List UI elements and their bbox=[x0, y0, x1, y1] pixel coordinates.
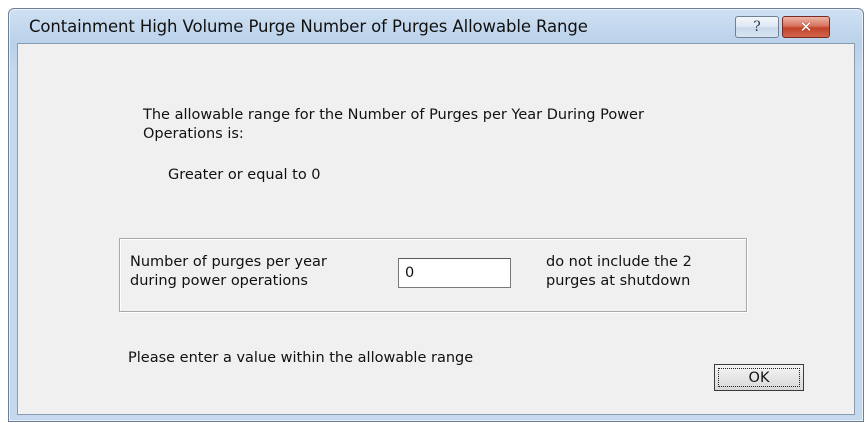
purges-per-year-input[interactable] bbox=[398, 258, 511, 288]
help-button[interactable]: ? bbox=[735, 16, 779, 38]
shutdown-note-line-2: purges at shutdown bbox=[546, 273, 691, 289]
help-icon: ? bbox=[753, 19, 761, 35]
purges-field-label-line-1: Number of purges per year bbox=[130, 254, 327, 270]
title-bar[interactable]: Containment High Volume Purge Number of … bbox=[9, 9, 863, 43]
range-description-line-2: Operations is: bbox=[143, 126, 244, 142]
shutdown-note-line-1: do not include the 2 bbox=[546, 254, 692, 270]
validation-message: Please enter a value within the allowabl… bbox=[128, 350, 474, 366]
ok-button-label: OK bbox=[748, 369, 770, 386]
close-icon: ✕ bbox=[799, 17, 813, 36]
dialog-window: Containment High Volume Purge Number of … bbox=[8, 8, 864, 422]
purges-field-label-line-2: during power operations bbox=[130, 273, 308, 289]
allowable-range-value: Greater or equal to 0 bbox=[168, 167, 321, 183]
purges-group-box: Number of purges per year during power o… bbox=[119, 238, 747, 312]
close-button[interactable]: ✕ bbox=[782, 16, 830, 38]
range-description-line-1: The allowable range for the Number of Pu… bbox=[143, 107, 644, 123]
ok-button[interactable]: OK bbox=[714, 364, 804, 391]
window-title: Containment High Volume Purge Number of … bbox=[29, 17, 588, 36]
dialog-body: The allowable range for the Number of Pu… bbox=[17, 43, 855, 415]
